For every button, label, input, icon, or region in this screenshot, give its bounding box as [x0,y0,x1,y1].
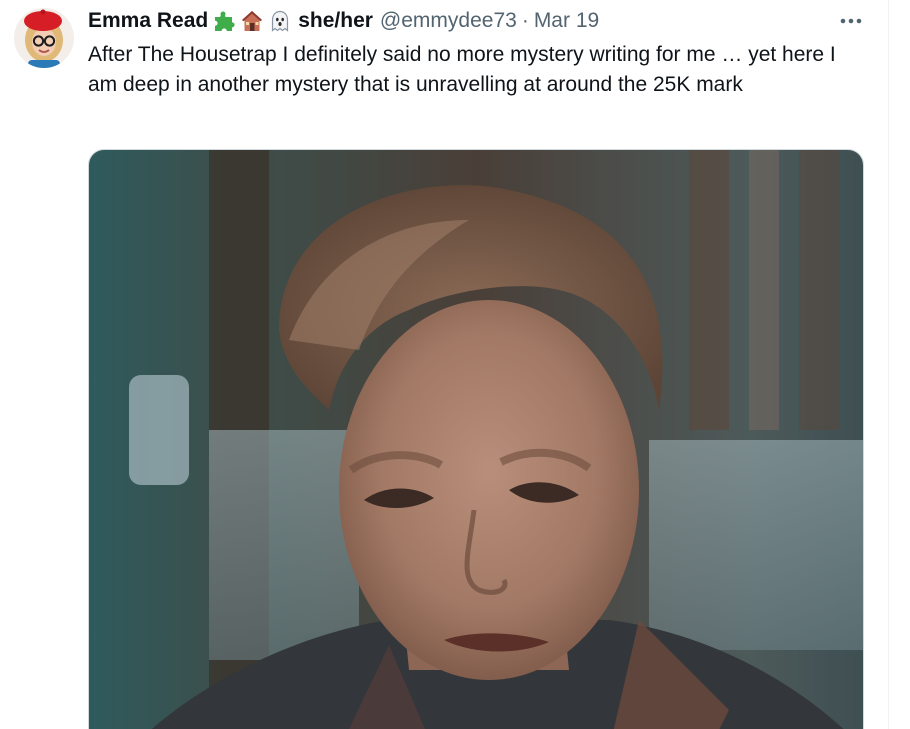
avatar[interactable] [14,8,74,68]
pronouns: she/her [298,9,373,32]
timeline-divider [888,0,889,729]
ghost-icon [268,9,292,33]
tweet-header: Emma Read she/her @emmydee73 · Mar 19 [88,6,599,36]
puzzle-piece-icon [212,9,236,33]
tweet-text: After The Housetrap I definitely said no… [88,43,836,96]
separator-dot: · [521,9,529,32]
display-name[interactable]: Emma Read [88,6,208,36]
house-icon [240,9,264,33]
tweet-card[interactable]: Emma Read she/her @emmydee73 · Mar 19 Af… [0,0,910,729]
more-options-button[interactable] [836,8,866,36]
tweet-date[interactable]: Mar 19 [534,6,599,36]
tweet-media-image[interactable] [88,149,864,729]
more-options-icon [839,13,863,31]
user-handle[interactable]: @emmydee73 [380,6,517,36]
